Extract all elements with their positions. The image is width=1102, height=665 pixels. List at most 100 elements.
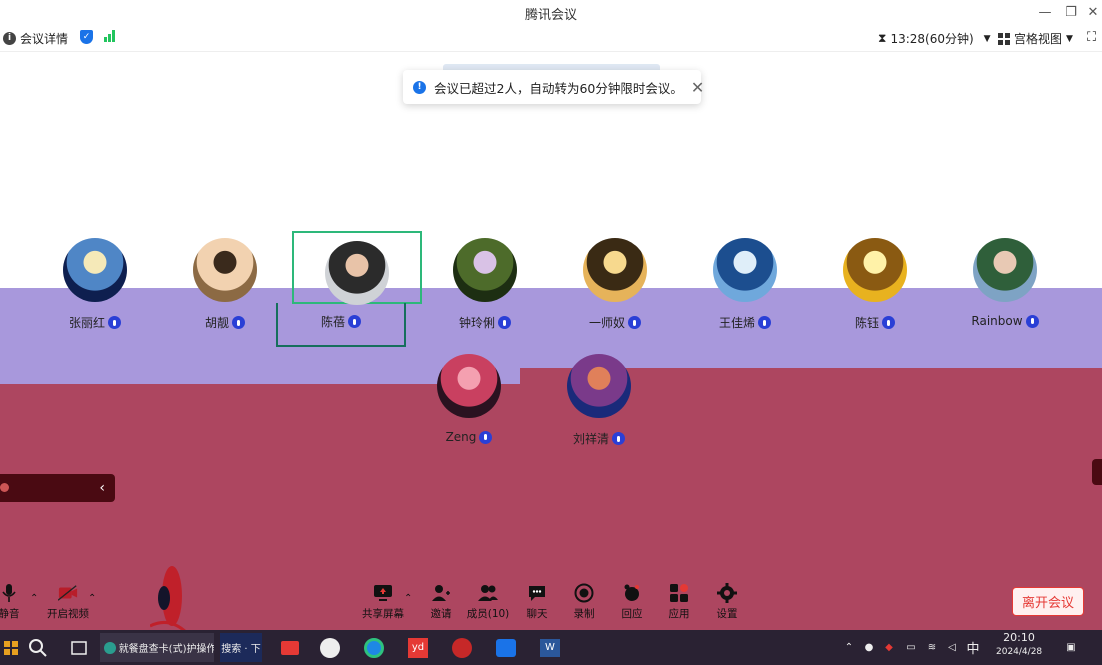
edge-browser-icon[interactable] <box>356 633 392 662</box>
start-video-label: 开启视频 <box>47 608 89 620</box>
right-panel-toggle[interactable] <box>1092 459 1102 485</box>
fullscreen-button[interactable]: ⛶ <box>1087 30 1096 45</box>
restore-button[interactable]: ❐ <box>1060 2 1082 22</box>
tray-app-icon[interactable]: ◆ <box>882 633 896 662</box>
participant-name: 王佳烯 <box>718 316 755 330</box>
participant-name: 钟玲俐 <box>458 316 495 330</box>
share-screen-button[interactable]: 共享屏幕 <box>358 583 408 621</box>
participant-name: 一师奴 <box>588 316 625 330</box>
chevron-down-icon: ▼ <box>983 33 991 44</box>
members-label: 成员(10) <box>466 608 510 620</box>
participant-tile[interactable]: 一师奴 <box>550 230 680 340</box>
clock-time: 20:10 <box>1003 631 1035 644</box>
active-speaker-frame: 陈蓓 <box>276 303 406 347</box>
shield-icon: ✓ <box>80 30 93 44</box>
security-status[interactable]: ✓ <box>80 30 93 44</box>
participant-tile[interactable]: Zeng <box>404 346 534 456</box>
close-button[interactable]: ✕ <box>1082 2 1102 22</box>
hand-icon <box>622 583 642 603</box>
whatsapp-icon[interactable] <box>312 633 348 662</box>
chevron-up-icon[interactable]: ⌃ <box>404 593 412 604</box>
participant-tile[interactable]: 陈钰 <box>810 230 940 340</box>
tray-mic-icon[interactable]: ● <box>862 633 876 662</box>
task-view-icon[interactable] <box>68 633 90 662</box>
start-icon[interactable] <box>2 633 20 662</box>
participant-name: Rainbow <box>971 314 1023 328</box>
chat-icon <box>527 583 547 603</box>
chat-button[interactable]: 聊天 <box>512 583 562 621</box>
add-user-icon <box>431 583 451 603</box>
participant-tile[interactable]: Rainbow <box>940 230 1070 340</box>
settings-label: 设置 <box>716 608 738 620</box>
mute-button[interactable]: 静音 <box>0 583 34 621</box>
participant-name: 陈钰 <box>854 316 879 330</box>
invite-button[interactable]: 邀请 <box>416 583 466 621</box>
participant-name: Zeng <box>445 430 477 444</box>
record-dot-icon <box>0 483 9 492</box>
microphone-icon <box>758 316 771 329</box>
chevron-up-icon[interactable]: ⌃ <box>88 593 96 604</box>
record-button[interactable]: 录制 <box>559 583 609 621</box>
microphone-icon <box>479 430 493 444</box>
participant-name-row: 张丽红 <box>30 314 160 331</box>
meeting-limit-notification: ! 会议已超过2人，自动转为60分钟限时会议。 ✕ <box>403 70 704 104</box>
gear-icon <box>717 583 737 603</box>
members-button[interactable]: 成员(10) <box>463 583 513 621</box>
share-screen-icon <box>373 583 393 603</box>
volume-icon[interactable]: ◁ <box>944 633 960 662</box>
settings-button[interactable]: 设置 <box>702 583 752 621</box>
taskbar-search-app2[interactable]: 搜索 · 下 <box>220 633 262 662</box>
glitch-artifact <box>150 566 188 636</box>
tray-expand-icon[interactable]: ⌃ <box>842 633 856 662</box>
invite-label: 邀请 <box>430 608 452 620</box>
participant-name-row: 钟玲俐 <box>420 314 550 331</box>
search-icon[interactable] <box>24 633 52 662</box>
users-icon <box>478 583 498 603</box>
meeting-timer[interactable]: ⧗ 13:28(60分钟) ▼ <box>878 30 991 47</box>
notification-center-icon[interactable]: ▣ <box>1060 633 1082 662</box>
info-icon: ! <box>413 80 426 94</box>
taskbar-search-app[interactable]: 就餐盘查卡(式)护操作 <box>100 633 214 662</box>
avatar <box>567 354 631 418</box>
grid-view-icon <box>998 32 1010 45</box>
ime-indicator[interactable]: 中 <box>964 633 982 662</box>
start-video-button[interactable]: 开启视频 <box>42 583 94 621</box>
avatar <box>713 238 777 302</box>
timer-label: 13:28(60分钟) <box>890 32 974 46</box>
react-button[interactable]: 回应 <box>607 583 657 621</box>
tencent-meeting-icon[interactable] <box>488 633 524 662</box>
mute-label: 静音 <box>0 608 20 620</box>
participant-tile[interactable]: 刘祥清 <box>534 346 664 456</box>
word-icon[interactable]: W <box>532 633 568 662</box>
avatar <box>583 238 647 302</box>
word-label: W <box>540 638 560 657</box>
side-panel-toggle[interactable]: ‹ <box>0 474 115 502</box>
chrome-icon[interactable] <box>444 633 480 662</box>
meeting-details-label: 会议详情 <box>20 32 69 46</box>
video-off-icon <box>58 583 78 603</box>
meeting-details-button[interactable]: i 会议详情 <box>3 30 68 47</box>
taskbar-clock[interactable]: 20:10 2024/4/28 <box>996 631 1042 659</box>
chevron-up-icon[interactable]: ⌃ <box>30 593 38 604</box>
apps-button[interactable]: 应用 <box>654 583 704 621</box>
view-mode-button[interactable]: 宫格视图 ▼ <box>998 30 1073 47</box>
avatar <box>193 238 257 302</box>
participant-tile[interactable]: 钟玲俐 <box>420 230 550 340</box>
participant-tile-active-speaker[interactable] <box>292 231 422 305</box>
participant-tile[interactable]: 张丽红 <box>30 230 160 340</box>
youdao-icon[interactable]: yd <box>400 633 436 662</box>
microphone-icon <box>498 316 511 329</box>
microphone-icon <box>0 583 19 603</box>
wifi-icon[interactable]: ≋ <box>924 633 940 662</box>
leave-meeting-button[interactable]: 离开会议 <box>1012 587 1084 616</box>
participant-tile[interactable]: 胡靓 <box>160 230 290 340</box>
tray-display-icon[interactable]: ▭ <box>904 633 918 662</box>
participant-tile[interactable]: 王佳烯 <box>680 230 810 340</box>
fullscreen-icon: ⛶ <box>1087 30 1097 45</box>
participant-name: 陈蓓 <box>320 315 345 329</box>
participant-name-row: Zeng <box>404 430 534 444</box>
network-status[interactable] <box>104 30 115 42</box>
close-icon[interactable]: ✕ <box>691 78 704 97</box>
minimize-button[interactable]: — <box>1034 2 1056 22</box>
file-explorer-icon[interactable] <box>272 633 308 662</box>
